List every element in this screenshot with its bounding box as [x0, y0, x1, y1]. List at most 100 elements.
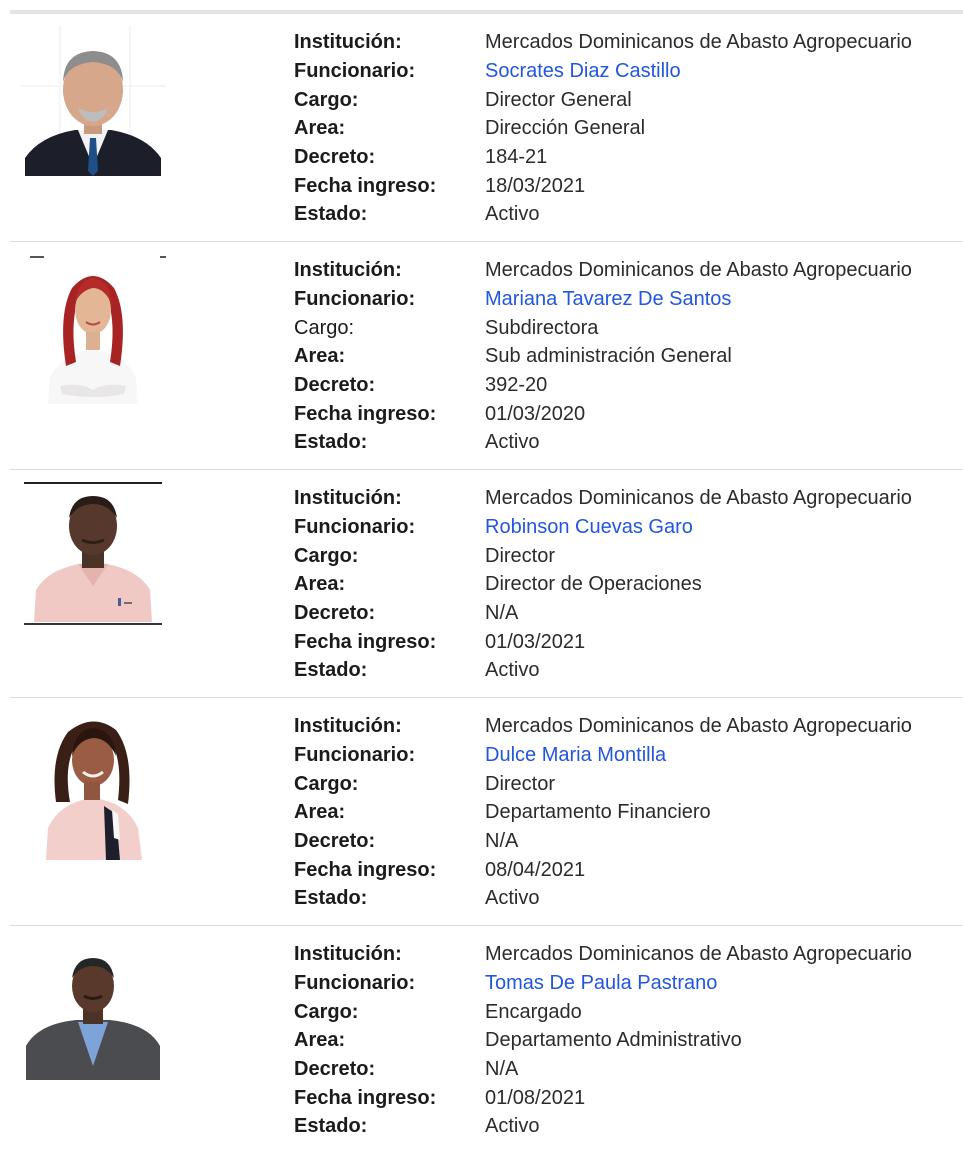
- fecha-ingreso-value: 18/03/2021: [485, 174, 586, 197]
- cargo-value: Director: [485, 772, 556, 795]
- record-fields: Institución: Mercados Dominicanos de Aba…: [294, 256, 954, 457]
- area-value: Director de Operaciones: [485, 573, 702, 596]
- funcionario-link[interactable]: Socrates Diaz Castillo: [485, 59, 681, 83]
- decreto-label: Decreto:: [294, 146, 376, 169]
- cargo-value: Encargado: [485, 1000, 582, 1023]
- cargo-value: Subdirectora: [485, 316, 599, 339]
- funcionario-label: Funcionario:: [294, 744, 416, 767]
- funcionario-label: Funcionario:: [294, 288, 416, 311]
- record-fields: Institución: Mercados Dominicanos de Aba…: [294, 940, 954, 1141]
- cargo-label: Cargo:: [294, 772, 359, 795]
- field-decreto: Decreto: N/A: [294, 599, 954, 628]
- staff-record: Institución: Mercados Dominicanos de Aba…: [10, 14, 963, 242]
- institucion-value: Mercados Dominicanos de Abasto Agropecua…: [485, 487, 912, 510]
- field-institucion: Institución: Mercados Dominicanos de Aba…: [294, 256, 954, 285]
- record-fields: Institución: Mercados Dominicanos de Aba…: [294, 28, 954, 229]
- institucion-label: Institución:: [294, 715, 402, 738]
- field-fecha-ingreso: Fecha ingreso: 08/04/2021: [294, 855, 954, 884]
- field-area: Area: Sub administración General: [294, 342, 954, 371]
- field-estado: Estado: Activo: [294, 656, 954, 685]
- funcionario-link[interactable]: Mariana Tavarez De Santos: [485, 287, 731, 311]
- field-area: Area: Departamento Administrativo: [294, 1026, 954, 1055]
- decreto-value: 184-21: [485, 146, 548, 169]
- institucion-label: Institución:: [294, 487, 402, 510]
- estado-value: Activo: [485, 659, 540, 682]
- field-fecha-ingreso: Fecha ingreso: 18/03/2021: [294, 171, 954, 200]
- field-area: Area: Dirección General: [294, 114, 954, 143]
- field-funcionario: Funcionario: Tomas De Paula Pastrano: [294, 969, 954, 998]
- field-decreto: Decreto: 184-21: [294, 143, 954, 172]
- estado-label: Estado:: [294, 203, 368, 226]
- cargo-value: Director: [485, 544, 556, 567]
- area-value: Departamento Administrativo: [485, 1029, 742, 1052]
- area-value: Departamento Financiero: [485, 801, 711, 824]
- portrait-man-gray-suit-icon: [20, 938, 166, 1088]
- fecha-ingreso-value: 01/03/2021: [485, 630, 586, 653]
- cargo-value: Director General: [485, 88, 632, 111]
- institucion-value: Mercados Dominicanos de Abasto Agropecua…: [485, 943, 912, 966]
- decreto-label: Decreto:: [294, 602, 376, 625]
- staff-record: Institución: Mercados Dominicanos de Aba…: [10, 926, 963, 1154]
- field-cargo: Cargo: Director General: [294, 85, 954, 114]
- field-estado: Estado: Activo: [294, 884, 954, 913]
- cargo-label: Cargo:: [294, 316, 355, 339]
- field-cargo: Cargo: Encargado: [294, 997, 954, 1026]
- field-institucion: Institución: Mercados Dominicanos de Aba…: [294, 484, 954, 513]
- area-label: Area:: [294, 1029, 346, 1052]
- decreto-value: N/A: [485, 602, 519, 625]
- field-cargo: Cargo: Director: [294, 541, 954, 570]
- field-estado: Estado: Activo: [294, 200, 954, 229]
- fecha-ingreso-label: Fecha ingreso:: [294, 1086, 437, 1109]
- field-decreto: Decreto: 392-20: [294, 371, 954, 400]
- field-institucion: Institución: Mercados Dominicanos de Aba…: [294, 28, 954, 57]
- funcionario-label: Funcionario:: [294, 60, 416, 83]
- field-funcionario: Funcionario: Robinson Cuevas Garo: [294, 513, 954, 542]
- fecha-ingreso-label: Fecha ingreso:: [294, 858, 437, 881]
- field-estado: Estado: Activo: [294, 1112, 954, 1141]
- portrait-woman-red-hair-icon: [20, 254, 166, 404]
- decreto-label: Decreto:: [294, 830, 376, 853]
- fecha-ingreso-label: Fecha ingreso:: [294, 174, 437, 197]
- staff-record: Institución: Mercados Dominicanos de Aba…: [10, 242, 963, 470]
- estado-label: Estado:: [294, 659, 368, 682]
- funcionario-label: Funcionario:: [294, 516, 416, 539]
- record-fields: Institución: Mercados Dominicanos de Aba…: [294, 712, 954, 913]
- estado-value: Activo: [485, 203, 540, 226]
- institucion-label: Institución:: [294, 31, 402, 54]
- area-value: Sub administración General: [485, 345, 732, 368]
- estado-label: Estado:: [294, 431, 368, 454]
- estado-label: Estado:: [294, 1115, 368, 1138]
- funcionario-link[interactable]: Tomas De Paula Pastrano: [485, 971, 717, 995]
- funcionario-link[interactable]: Dulce Maria Montilla: [485, 743, 666, 767]
- institucion-label: Institución:: [294, 259, 402, 282]
- institucion-value: Mercados Dominicanos de Abasto Agropecua…: [485, 715, 912, 738]
- field-cargo: Cargo: Subdirectora: [294, 313, 954, 342]
- fecha-ingreso-label: Fecha ingreso:: [294, 402, 437, 425]
- fecha-ingreso-value: 01/08/2021: [485, 1086, 586, 1109]
- staff-directory-page: Institución: Mercados Dominicanos de Aba…: [0, 0, 963, 1146]
- cargo-label: Cargo:: [294, 88, 359, 111]
- field-decreto: Decreto: N/A: [294, 827, 954, 856]
- field-decreto: Decreto: N/A: [294, 1055, 954, 1084]
- portrait-woman-pink-blazer-icon: [20, 710, 166, 860]
- portrait-man-suit-icon: [20, 26, 166, 176]
- field-funcionario: Funcionario: Socrates Diaz Castillo: [294, 57, 954, 86]
- decreto-label: Decreto:: [294, 1058, 376, 1081]
- funcionario-link[interactable]: Robinson Cuevas Garo: [485, 515, 693, 539]
- estado-value: Activo: [485, 1115, 540, 1138]
- area-value: Dirección General: [485, 117, 646, 140]
- institucion-value: Mercados Dominicanos de Abasto Agropecua…: [485, 31, 912, 54]
- field-fecha-ingreso: Fecha ingreso: 01/03/2021: [294, 627, 954, 656]
- field-funcionario: Funcionario: Dulce Maria Montilla: [294, 741, 954, 770]
- field-area: Area: Director de Operaciones: [294, 570, 954, 599]
- decreto-value: 392-20: [485, 374, 548, 397]
- estado-label: Estado:: [294, 887, 368, 910]
- field-institucion: Institución: Mercados Dominicanos de Aba…: [294, 712, 954, 741]
- staff-record: Institución: Mercados Dominicanos de Aba…: [10, 698, 963, 926]
- field-institucion: Institución: Mercados Dominicanos de Aba…: [294, 940, 954, 969]
- portrait-man-pink-shirt-icon: [20, 482, 166, 632]
- decreto-value: N/A: [485, 1058, 519, 1081]
- field-fecha-ingreso: Fecha ingreso: 01/08/2021: [294, 1083, 954, 1112]
- area-label: Area:: [294, 345, 346, 368]
- field-area: Area: Departamento Financiero: [294, 798, 954, 827]
